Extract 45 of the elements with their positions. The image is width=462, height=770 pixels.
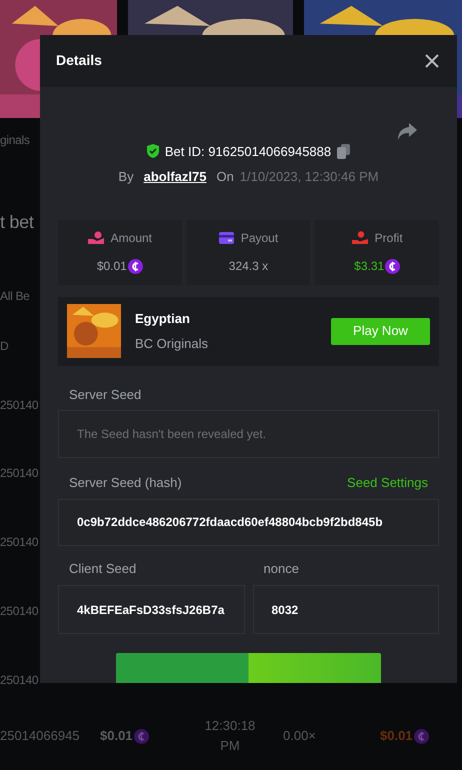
on-label: On [216,168,234,186]
background-text: 250140 [0,534,40,550]
close-button[interactable] [425,52,441,69]
background-text: 250140 [0,465,40,481]
field-label: Client Seed [69,560,138,578]
modal-title: Details [56,51,102,70]
field-label: nonce [264,560,300,578]
stat-value: 324.3 x [228,258,268,276]
stat-value: $0.01 [96,258,127,276]
client-seed-field[interactable]: 4kBEFEaFsD33sfsJ26B7a [58,585,244,634]
game-name: Egyptian [135,310,191,328]
hand-person-icon [352,231,368,246]
hash-field[interactable]: 0c9b72ddce486206772fdaacd60ef48804bcb9f2bd845b [58,499,439,546]
by-label: By [118,168,134,186]
background-text: All Be [0,288,31,304]
amount-text: $0.01 [100,727,133,746]
field-label: Server Seed [69,386,142,404]
stat-label: Profit [374,230,403,248]
profit-text: $0.01 [380,727,413,746]
share-icon[interactable] [398,122,417,140]
stat-value: $3.31 [354,258,384,276]
background-text: 250140 [0,397,40,413]
background-text: D [0,338,10,354]
time-text: 12:30:18 PM [204,717,256,755]
background-text: 250140 [0,672,40,688]
background-text: t bet [0,212,35,232]
seed-message: The Seed hasn't been revealed yet. [77,426,266,444]
multiplier-text: 0.00× [282,727,317,746]
verified-shield-icon [146,144,159,158]
bet-id-text: 25014066945 [0,727,81,746]
stat-label: Payout [240,230,278,248]
seed-settings-link[interactable]: Seed Settings [347,472,428,492]
background-text: ginals [0,132,31,148]
coin-icon [414,728,429,744]
background-text: 250140 [0,603,40,619]
user-link[interactable]: abolfazl75 [144,167,206,187]
bet-id: Bet ID: 91625014066945888 [164,142,332,161]
copy-icon[interactable] [337,144,350,159]
card-icon [218,232,234,244]
nonce-field[interactable]: 8032 [252,585,439,634]
game-provider: BC Originals [135,334,208,353]
bet-date: 1/10/2023, 12:30:46 PM [240,168,379,186]
field-label: Server Seed (hash) [69,474,182,492]
coin-icon [134,728,149,744]
stat-label: Amount [110,230,152,248]
